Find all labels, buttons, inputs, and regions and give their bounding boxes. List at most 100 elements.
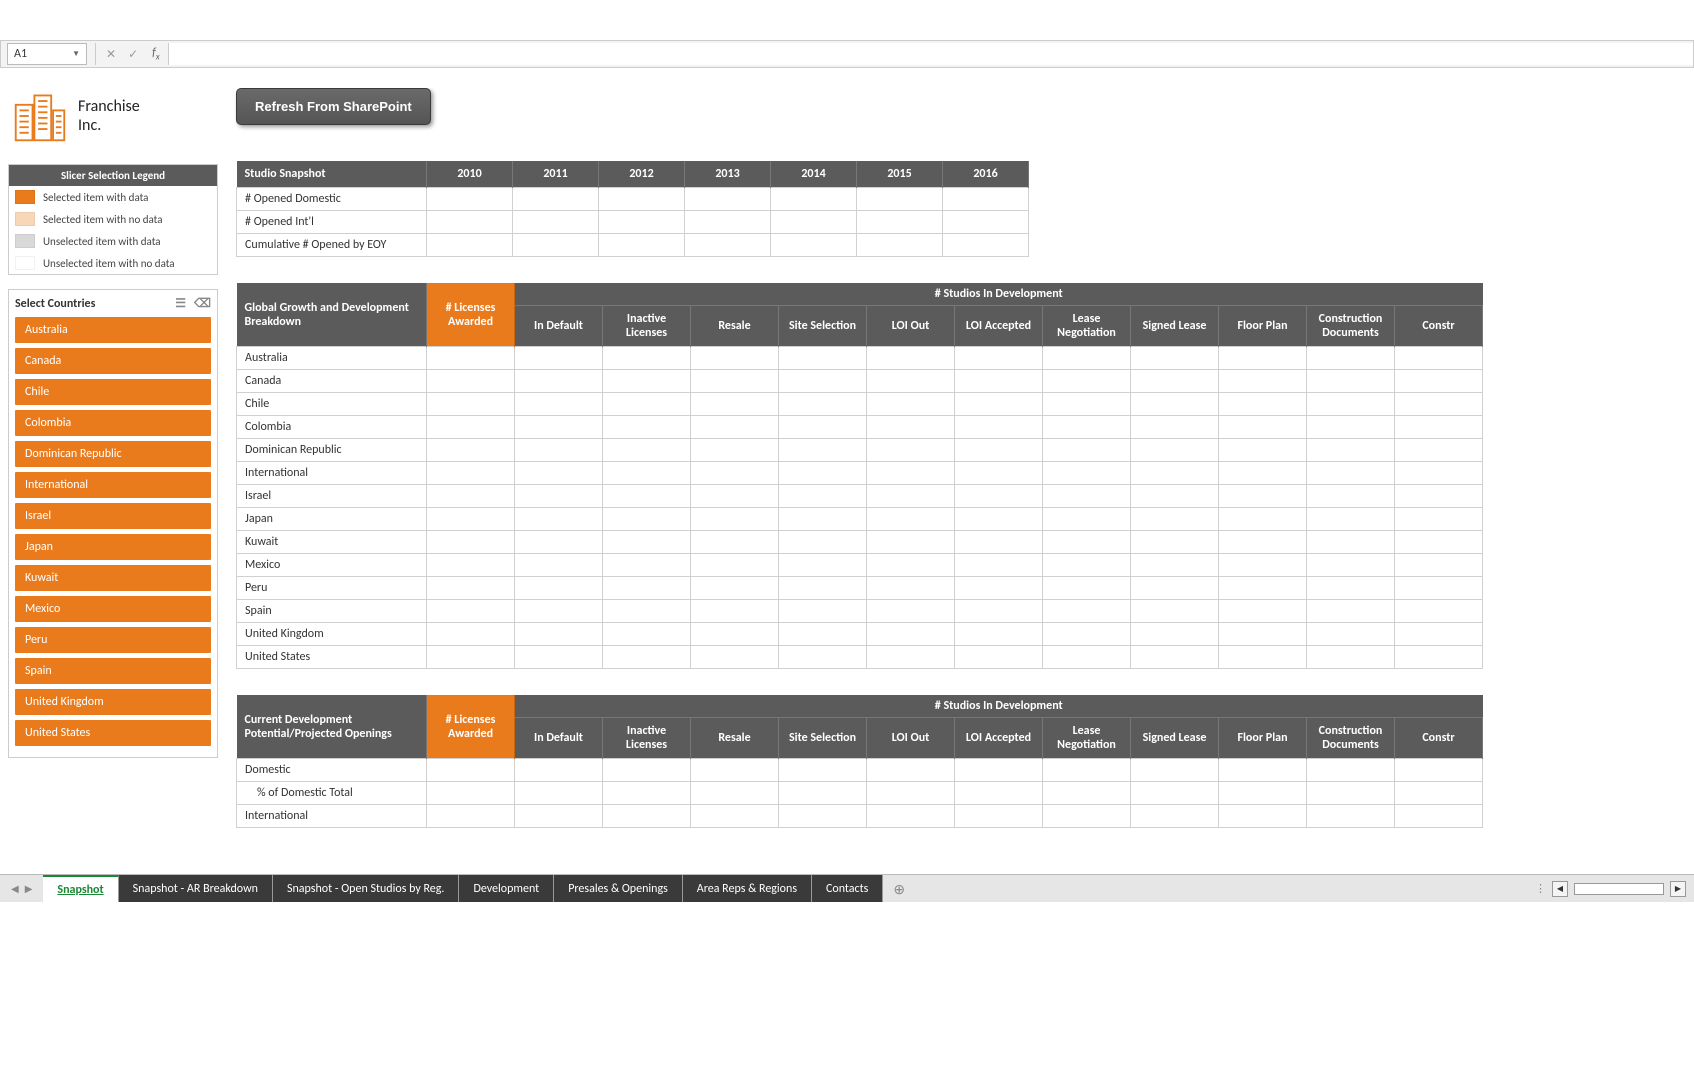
snapshot-cell[interactable] — [599, 188, 685, 211]
dev-cell[interactable] — [1307, 646, 1395, 669]
potential-cell[interactable] — [1395, 805, 1483, 828]
dev-cell[interactable] — [867, 462, 955, 485]
slicer-item[interactable]: Spain — [15, 658, 211, 684]
dev-cell[interactable] — [1043, 347, 1131, 370]
dev-cell[interactable] — [1307, 370, 1395, 393]
potential-cell[interactable] — [867, 759, 955, 782]
dev-cell[interactable] — [1131, 623, 1219, 646]
dev-cell[interactable] — [427, 393, 515, 416]
slicer-item[interactable]: Australia — [15, 317, 211, 343]
dev-cell[interactable] — [1219, 623, 1307, 646]
snapshot-cell[interactable] — [857, 234, 943, 257]
clear-filter-icon[interactable]: ⌫ — [194, 296, 211, 311]
potential-cell[interactable] — [691, 805, 779, 828]
dev-cell[interactable] — [603, 485, 691, 508]
snapshot-cell[interactable] — [685, 188, 771, 211]
dev-cell[interactable] — [691, 646, 779, 669]
dev-cell[interactable] — [1131, 370, 1219, 393]
snapshot-cell[interactable] — [857, 188, 943, 211]
dev-cell[interactable] — [603, 577, 691, 600]
dev-cell[interactable] — [1043, 531, 1131, 554]
dev-cell[interactable] — [1043, 462, 1131, 485]
dev-cell[interactable] — [779, 531, 867, 554]
sheet-tab[interactable]: Snapshot - AR Breakdown — [119, 875, 273, 902]
dev-cell[interactable] — [603, 462, 691, 485]
potential-cell[interactable] — [603, 759, 691, 782]
snapshot-cell[interactable] — [943, 188, 1029, 211]
dev-cell[interactable] — [1219, 646, 1307, 669]
dev-cell[interactable] — [1131, 554, 1219, 577]
dev-cell[interactable] — [779, 623, 867, 646]
cancel-formula-icon[interactable]: ✕ — [100, 47, 122, 62]
dev-cell[interactable] — [691, 508, 779, 531]
snapshot-cell[interactable] — [427, 234, 513, 257]
dev-cell[interactable] — [515, 393, 603, 416]
dev-cell[interactable] — [1043, 485, 1131, 508]
dev-cell[interactable] — [603, 531, 691, 554]
snapshot-cell[interactable] — [513, 234, 599, 257]
slicer-item[interactable]: International — [15, 472, 211, 498]
potential-cell[interactable] — [1043, 759, 1131, 782]
dev-cell[interactable] — [515, 485, 603, 508]
dev-cell[interactable] — [1043, 623, 1131, 646]
dev-cell[interactable] — [779, 485, 867, 508]
dev-cell[interactable] — [867, 439, 955, 462]
dev-cell[interactable] — [1043, 439, 1131, 462]
dev-cell[interactable] — [691, 531, 779, 554]
slicer-item[interactable]: Colombia — [15, 410, 211, 436]
scroll-right-icon[interactable]: ▶ — [1670, 881, 1686, 897]
dev-cell[interactable] — [867, 416, 955, 439]
dev-cell[interactable] — [1219, 531, 1307, 554]
slicer-item[interactable]: Chile — [15, 379, 211, 405]
snapshot-cell[interactable] — [427, 211, 513, 234]
slicer-item[interactable]: United States — [15, 720, 211, 746]
dev-cell[interactable] — [1307, 531, 1395, 554]
dev-cell[interactable] — [691, 462, 779, 485]
snapshot-cell[interactable] — [771, 211, 857, 234]
dev-cell[interactable] — [603, 623, 691, 646]
potential-cell[interactable] — [1219, 805, 1307, 828]
dev-cell[interactable] — [603, 439, 691, 462]
dev-cell[interactable] — [1219, 554, 1307, 577]
dev-cell[interactable] — [1219, 416, 1307, 439]
dev-cell[interactable] — [427, 347, 515, 370]
potential-cell[interactable] — [427, 805, 515, 828]
dev-cell[interactable] — [867, 347, 955, 370]
dev-cell[interactable] — [1131, 531, 1219, 554]
dev-cell[interactable] — [1219, 370, 1307, 393]
dev-cell[interactable] — [779, 508, 867, 531]
refresh-button[interactable]: Refresh From SharePoint — [236, 88, 431, 125]
snapshot-cell[interactable] — [771, 234, 857, 257]
tab-nav-prev-icon[interactable]: ◀ — [8, 882, 22, 895]
dev-cell[interactable] — [691, 485, 779, 508]
dev-cell[interactable] — [691, 393, 779, 416]
slicer-item[interactable]: Dominican Republic — [15, 441, 211, 467]
dev-cell[interactable] — [1131, 347, 1219, 370]
potential-cell[interactable] — [867, 805, 955, 828]
dev-cell[interactable] — [1219, 485, 1307, 508]
dev-cell[interactable] — [427, 577, 515, 600]
dev-cell[interactable] — [427, 600, 515, 623]
slicer-item[interactable]: Japan — [15, 534, 211, 560]
dev-cell[interactable] — [1395, 577, 1483, 600]
dev-cell[interactable] — [1043, 646, 1131, 669]
potential-cell[interactable] — [955, 805, 1043, 828]
dev-cell[interactable] — [515, 347, 603, 370]
dev-cell[interactable] — [955, 370, 1043, 393]
potential-cell[interactable] — [603, 805, 691, 828]
snapshot-cell[interactable] — [427, 188, 513, 211]
snapshot-cell[interactable] — [857, 211, 943, 234]
dev-cell[interactable] — [1395, 347, 1483, 370]
dev-cell[interactable] — [1219, 462, 1307, 485]
dev-cell[interactable] — [691, 370, 779, 393]
dev-cell[interactable] — [1395, 600, 1483, 623]
dev-cell[interactable] — [1131, 577, 1219, 600]
snapshot-cell[interactable] — [513, 211, 599, 234]
potential-cell[interactable] — [427, 782, 515, 805]
sheet-tab[interactable]: Snapshot - Open Studios by Reg. — [273, 875, 459, 902]
snapshot-cell[interactable] — [599, 234, 685, 257]
dev-cell[interactable] — [515, 462, 603, 485]
potential-cell[interactable] — [1307, 782, 1395, 805]
dev-cell[interactable] — [603, 554, 691, 577]
dev-cell[interactable] — [1395, 485, 1483, 508]
